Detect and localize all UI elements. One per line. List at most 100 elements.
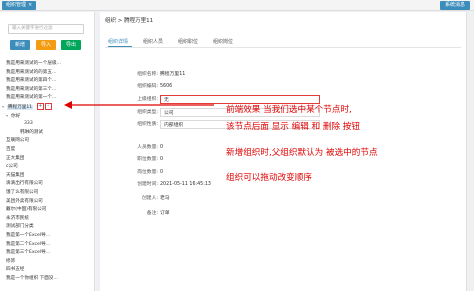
active-tab-indicator [108, 46, 132, 47]
tree-node-label: 我是一个你组织 下面没... [6, 276, 58, 281]
node-ops: + - [36, 103, 53, 112]
tree-node-label: 我是第一个Excel导... [6, 233, 51, 238]
tab-org-members[interactable]: 组织人员 [143, 38, 163, 45]
tree-node[interactable]: 戴尔(中国)有限公司 [6, 206, 46, 214]
field-remark: 备注: 订单 [100, 209, 330, 218]
field-label: 组织性质: [137, 122, 158, 127]
tree-node[interactable]: 我是第二个Excel导... [6, 241, 50, 249]
close-icon[interactable]: × [28, 2, 32, 8]
field-label: 组织编码: [137, 84, 158, 89]
export-button[interactable]: 导出 [61, 40, 81, 50]
tree-node[interactable]: 四书五经 [6, 266, 24, 274]
tab-org-detail[interactable]: 组织详情 [108, 38, 128, 45]
top-bar: 组织管理 × 系统消息 [0, 0, 474, 11]
delete-node-button[interactable]: - [44, 103, 52, 110]
tree-node-label: 正大集团 [6, 155, 25, 161]
tree-node[interactable]: c公司 [6, 163, 18, 171]
field-value: 0 [160, 170, 164, 175]
tree-node-label: 修饰 [6, 258, 16, 264]
tree-node[interactable]: ▾ 你好 [6, 112, 20, 120]
tab-org-positions[interactable]: 组织职位 [178, 38, 198, 45]
tree-node-label: 我是用来测试的第三个... [6, 86, 57, 92]
tree-node-label: c公司 [6, 164, 18, 170]
tree-node[interactable]: 永济市民统 [6, 215, 29, 223]
import-button[interactable]: 导入 [36, 40, 56, 50]
tree-node[interactable]: 百度 [6, 146, 15, 154]
annotation-arrow-icon [64, 101, 214, 109]
edit-node-button[interactable]: + [36, 103, 44, 110]
tree-node-label: 333 [24, 121, 33, 127]
field-label: 组织名称: [137, 72, 158, 77]
field-creator: 创建人: 老马 [100, 194, 330, 203]
tree-node-label: 天猫集团 [6, 172, 25, 178]
field-label: 创建时间: [137, 182, 158, 187]
org-tree-panel: 输入关键字进行过滤 新增 导入 导出 我是用来测试的一个层级... 我是用来测试… [0, 12, 95, 291]
tree-node-label: 互联网公司 [6, 138, 29, 144]
annotation-line-3: 新增组织时,父组织默认为 被选中的节点 [226, 148, 378, 158]
tree-node-label: 我是第二个Excel导... [6, 241, 51, 247]
field-value: 腾程万里11 [160, 72, 186, 77]
tree-node[interactable]: 天猫集团 [6, 172, 24, 180]
field-value: 0 [160, 145, 164, 150]
tree-node-label: 百度 [6, 147, 16, 152]
field-org-code: 组织编码: 5606 [100, 82, 330, 91]
tree-node[interactable]: 我是用来测试的第三个... [6, 86, 56, 94]
minus-icon: - [47, 103, 50, 109]
tree-node[interactable]: 韩琳的测试 [20, 129, 43, 137]
tree-node-label: 永济市民统 [6, 215, 29, 221]
tree-node-label: 美团外卖有限公司 [6, 198, 43, 204]
field-label: 人员数量: [137, 145, 158, 150]
tree-node[interactable]: 我是第一个Excel导... [6, 232, 50, 240]
tree-node-selected[interactable]: ▾ 腾程万里11 + - [2, 103, 53, 111]
tree-node[interactable]: 我是用来测试的一个层级... [6, 60, 61, 68]
system-message-button[interactable]: 系统消息 [439, 1, 470, 10]
tree-node[interactable]: 我是用来测试的的第五... [6, 69, 56, 77]
tree-search-input[interactable]: 输入关键字进行过滤 [8, 24, 84, 34]
screen: 组织管理 × 系统消息 输入关键字进行过滤 新增 导入 导出 我是用来测试的一个层… [0, 0, 474, 291]
tree-node-label: 韩琳的测试 [20, 129, 43, 135]
breadcrumb: 组织 > 腾程万里11 [105, 18, 154, 24]
field-value: 2021-05-11 16:45:13 [160, 182, 211, 187]
field-label: 岗位数量: [137, 170, 158, 175]
tab-org-management[interactable]: 组织管理 × [2, 1, 37, 10]
tree-node[interactable]: 修饰 [6, 258, 15, 266]
tree-node[interactable]: 饿了么有限公司 [6, 189, 38, 197]
tree-node[interactable]: 测试部门分类 [6, 223, 34, 231]
field-org-name: 组织名称: 腾程万里11 [100, 70, 330, 79]
scrollbar[interactable] [466, 12, 474, 291]
plus-icon: + [38, 103, 43, 109]
tree-node[interactable]: 互联网公司 [6, 137, 29, 145]
tab-org-posts[interactable]: 组织岗位 [213, 38, 233, 45]
tab-label: 组织管理 [6, 2, 27, 8]
field-value: 0 [160, 157, 164, 162]
tree-node-label: 四书五经 [6, 267, 25, 273]
tree-node-label: 滴滴出行有限公司 [6, 181, 43, 187]
tree-node-label: 测试部门分类 [6, 224, 34, 230]
field-value: 老马 [160, 196, 170, 201]
annotation-line-2: 该节点后面 显示 编辑 和 删除 按钮 [226, 122, 360, 132]
tree-node-label: 腾程万里11 [7, 105, 34, 110]
field-label: 备注: [146, 211, 158, 216]
field-value: 订单 [160, 211, 170, 216]
field-value: 5606 [160, 84, 173, 89]
tree-node-label: 戴尔(中国)有限公司 [6, 207, 47, 213]
tree-node[interactable]: 正大集团 [6, 155, 24, 163]
tree-node-label: 你好 [11, 113, 21, 119]
tree-node-label: 我是用来测试的第一个... [6, 95, 57, 101]
field-label: 创建人: [141, 196, 158, 201]
annotation-line-1: 前端效果 当我们选中某个节点时, [226, 105, 352, 115]
tree-node[interactable]: 我是一个你组织 下面没... [6, 275, 58, 283]
tree-node-label: 我是第三个Excel导... [6, 250, 51, 256]
add-button[interactable]: 新增 [10, 40, 30, 50]
tree-node[interactable]: 我是用来测试的第一个... [6, 94, 56, 102]
tree-node-label: 我是用来测试的一个层级... [6, 61, 61, 66]
field-label: 职位数量: [137, 157, 158, 162]
tree-node[interactable]: 333 [24, 120, 33, 128]
tree-node[interactable]: 我是第三个Excel导... [6, 249, 50, 257]
tree-node-label: 我是用来测试的第四个... [6, 78, 57, 84]
tree-node[interactable]: 我是用来测试的第四个... [6, 77, 56, 85]
tree-node-label: 饿了么有限公司 [6, 190, 39, 195]
annotation-line-4: 组织可以拖动改变顺序 [226, 173, 312, 183]
tree-node[interactable]: 美团外卖有限公司 [6, 198, 43, 206]
tree-node[interactable]: 滴滴出行有限公司 [6, 180, 43, 188]
